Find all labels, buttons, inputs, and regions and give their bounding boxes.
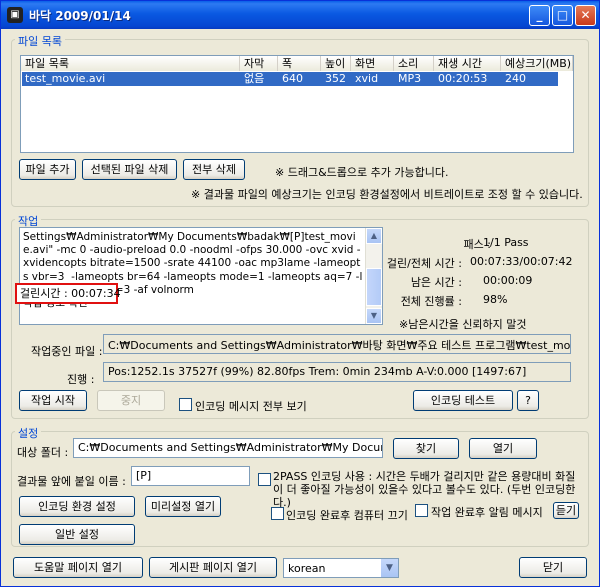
close-button[interactable]: 닫기 bbox=[519, 557, 587, 578]
row-video: xvid bbox=[355, 72, 379, 85]
row-size: 240 bbox=[505, 72, 526, 85]
row-audio: MP3 bbox=[398, 72, 422, 85]
shutdown-checkbox[interactable] bbox=[271, 507, 284, 520]
current-file-field: C:₩Documents and Settings₩Administrator₩… bbox=[103, 334, 571, 354]
encode-settings-button[interactable]: 인코딩 환경 설정 bbox=[19, 496, 135, 517]
chevron-down-icon[interactable]: ▼ bbox=[381, 559, 398, 577]
column-header-size[interactable]: 예상크기(MB) bbox=[501, 56, 573, 71]
progress-label: 진행 : bbox=[67, 373, 95, 386]
file-list-group-label: 파일 목록 bbox=[15, 33, 65, 49]
column-header-filename[interactable]: 파일 목록 bbox=[21, 56, 240, 71]
row-duration: 00:20:53 bbox=[438, 72, 488, 85]
general-settings-button[interactable]: 일반 설정 bbox=[19, 524, 135, 545]
row-filename: test_movie.avi bbox=[25, 72, 106, 85]
language-select[interactable]: korean ▼ bbox=[283, 558, 399, 578]
language-value: korean bbox=[288, 562, 326, 575]
row-subtitle: 없음 bbox=[244, 72, 265, 85]
log-scrollbar[interactable]: ▲ ▼ bbox=[365, 228, 382, 324]
board-page-button[interactable]: 게시판 페이지 열기 bbox=[149, 557, 277, 578]
pass-value: 1/1 Pass bbox=[483, 236, 529, 249]
row-height: 352 bbox=[325, 72, 346, 85]
prefix-label: 결과물 앞에 붙일 이름 : bbox=[17, 475, 126, 488]
title-bar[interactable]: ▣ 바닥 2009/01/14 _ □ ✕ bbox=[1, 1, 599, 29]
show-all-messages-checkbox[interactable] bbox=[179, 398, 192, 411]
column-header-audio[interactable]: 소리 bbox=[394, 56, 434, 71]
maximize-button[interactable]: □ bbox=[552, 5, 573, 26]
size-hint: ※ 결과물 파일의 예상크기는 인코딩 환경설정에서 비트레이트로 조정 할 수… bbox=[191, 188, 583, 201]
browse-button[interactable]: 찾기 bbox=[393, 438, 459, 459]
window-title: 바닥 2009/01/14 bbox=[29, 9, 131, 23]
column-header-subtitle[interactable]: 자막 bbox=[240, 56, 278, 71]
delete-selected-button[interactable]: 선택된 파일 삭제 bbox=[82, 159, 177, 180]
minimize-button[interactable]: _ bbox=[529, 5, 550, 26]
remaining-label: 남은 시간 : bbox=[410, 276, 462, 289]
help-page-button[interactable]: 도움말 페이지 열기 bbox=[13, 557, 143, 578]
close-window-button[interactable]: ✕ bbox=[575, 5, 596, 26]
column-header-width[interactable]: 폭 bbox=[278, 56, 321, 71]
progress-field: Pos:1252.1s 37527f (99%) 82.80fps Trem: … bbox=[103, 362, 571, 382]
notify-label: 작업 완료후 알림 메시지 bbox=[431, 506, 543, 519]
total-progress-label: 전체 진행률 : bbox=[400, 295, 462, 308]
twopass-checkbox[interactable] bbox=[258, 473, 271, 486]
column-header-video[interactable]: 화면 bbox=[351, 56, 394, 71]
file-list-view[interactable]: 파일 목록 자막 폭 높이 화면 소리 재생 시간 예상크기(MB) test_… bbox=[20, 55, 574, 153]
shutdown-label: 인코딩 완료후 컴퓨터 끄기 bbox=[286, 509, 408, 522]
remaining-note: ※남은시간을 신뢰하지 말것 bbox=[399, 318, 527, 331]
help-button[interactable]: ? bbox=[517, 390, 539, 411]
remaining-value: 00:00:09 bbox=[483, 274, 533, 287]
main-window: ▣ 바닥 2009/01/14 _ □ ✕ 파일 목록 파일 목록 자막 폭 높… bbox=[0, 0, 600, 587]
encoding-log[interactable]: Settings₩Administrator₩My Documents₩bada… bbox=[19, 227, 383, 325]
film-icon: ▣ bbox=[7, 7, 23, 23]
encode-test-button[interactable]: 인코딩 테스트 bbox=[413, 390, 513, 411]
prefix-field[interactable]: [P] bbox=[131, 466, 250, 486]
current-file-label: 작업중인 파일 : bbox=[31, 345, 103, 358]
elapsed-time-highlight: 걸린시간 : 00:07:34 bbox=[15, 283, 121, 304]
start-job-button[interactable]: 작업 시작 bbox=[19, 390, 87, 411]
notify-listen-button[interactable]: 듣기 bbox=[553, 502, 579, 519]
elapsed-total-label: 걸린/전체 시간 : bbox=[386, 257, 462, 270]
row-width: 640 bbox=[282, 72, 303, 85]
scroll-up-icon[interactable]: ▲ bbox=[366, 228, 382, 244]
delete-all-button[interactable]: 전부 삭제 bbox=[183, 159, 245, 180]
elapsed-total-value: 00:07:33/00:07:42 bbox=[470, 255, 573, 268]
add-file-button[interactable]: 파일 추가 bbox=[19, 159, 76, 180]
settings-group-label: 설정 bbox=[15, 425, 42, 441]
stop-button[interactable]: 중지 bbox=[97, 390, 165, 411]
presets-button[interactable]: 미리설정 열기 bbox=[145, 496, 221, 517]
scroll-thumb[interactable] bbox=[366, 268, 382, 306]
drag-drop-hint: ※ 드래그&드롭으로 추가 가능합니다. bbox=[275, 166, 449, 179]
total-progress-value: 98% bbox=[483, 293, 508, 306]
column-header-duration[interactable]: 재생 시간 bbox=[434, 56, 501, 71]
show-all-messages-label: 인코딩 메시지 전부 보기 bbox=[195, 400, 307, 413]
target-folder-label: 대상 폴더 : bbox=[17, 446, 69, 459]
scroll-down-icon[interactable]: ▼ bbox=[366, 308, 382, 324]
column-header-height[interactable]: 높이 bbox=[321, 56, 351, 71]
notify-checkbox[interactable] bbox=[415, 504, 428, 517]
open-folder-button[interactable]: 열기 bbox=[469, 438, 537, 459]
target-folder-field[interactable]: C:₩Documents and Settings₩Administrator₩… bbox=[73, 438, 383, 458]
